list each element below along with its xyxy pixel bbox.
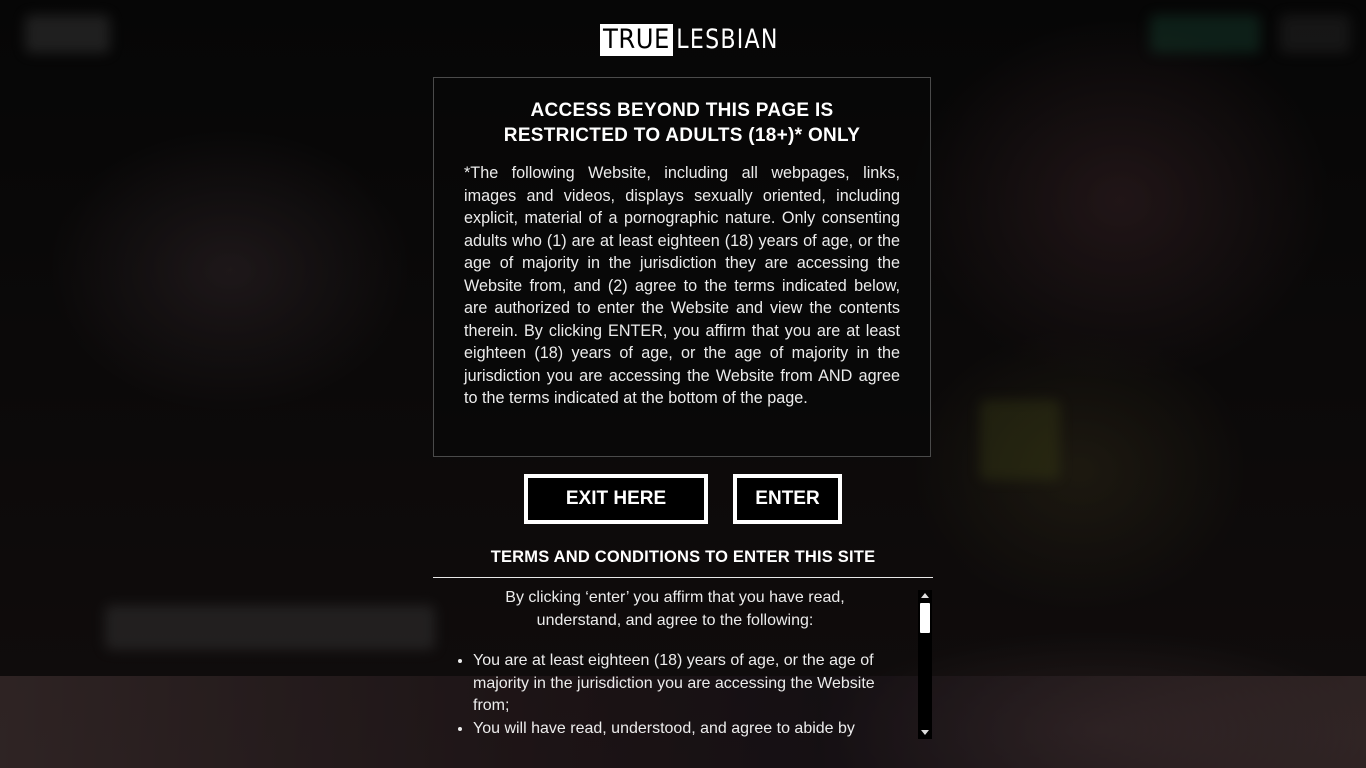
site-logo: TRUE LESBIAN xyxy=(600,24,802,56)
terms-list: You are at least eighteen (18) years of … xyxy=(433,650,917,739)
terms-item: You will have read, understood, and agre… xyxy=(473,718,907,740)
terms-title: TERMS AND CONDITIONS TO ENTER THIS SITE xyxy=(490,548,876,566)
warning-title-line1: ACCESS BEYOND THIS PAGE IS xyxy=(530,100,834,121)
scroll-thumb[interactable] xyxy=(920,603,930,633)
age-warning-panel: ACCESS BEYOND THIS PAGE IS RESTRICTED TO… xyxy=(433,77,931,457)
warning-title: ACCESS BEYOND THIS PAGE IS RESTRICTED TO… xyxy=(434,98,930,148)
terms-intro: By clicking ‘enter’ you affirm that you … xyxy=(505,589,845,629)
scroll-down-icon[interactable] xyxy=(921,730,929,735)
action-buttons: EXIT HERE ENTER xyxy=(0,474,1366,524)
terms-scroll-area[interactable]: By clicking ‘enter’ you affirm that you … xyxy=(433,578,933,739)
terms-item: You are at least eighteen (18) years of … xyxy=(473,650,907,718)
warning-body: *The following Website, including all we… xyxy=(464,164,900,407)
warning-title-line2: RESTRICTED TO ADULTS (18+)* ONLY xyxy=(503,125,861,146)
terms-scrollbar[interactable] xyxy=(918,590,932,739)
logo-true: TRUE xyxy=(600,24,673,56)
scroll-up-icon[interactable] xyxy=(921,593,929,598)
enter-button[interactable]: ENTER xyxy=(733,474,842,524)
exit-button[interactable]: EXIT HERE xyxy=(524,474,708,524)
logo-lesbian: LESBIAN xyxy=(676,24,779,55)
